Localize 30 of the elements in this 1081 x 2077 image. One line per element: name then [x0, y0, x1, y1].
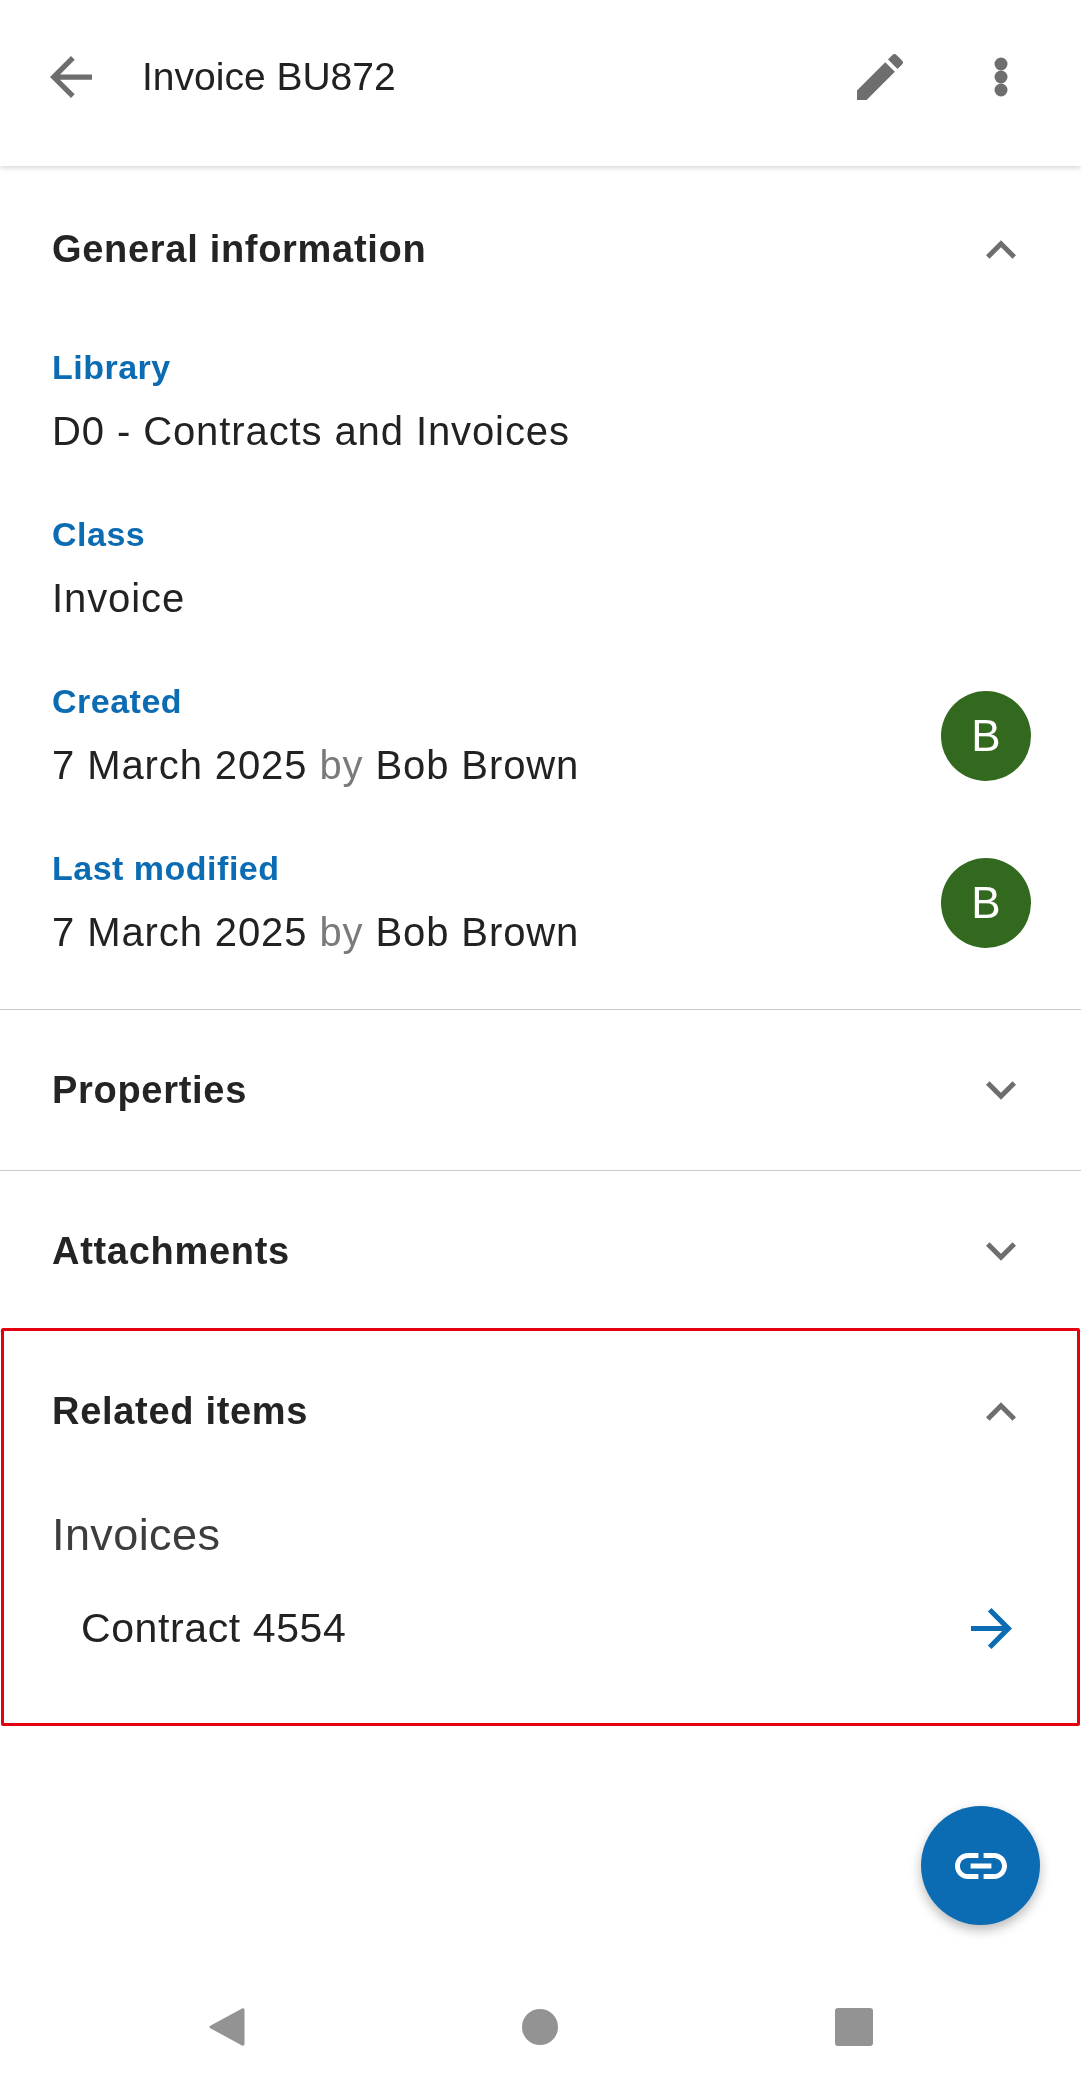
link-button[interactable] — [921, 1806, 1040, 1925]
field-label: Created — [52, 681, 184, 722]
user-avatar: B — [941, 690, 1031, 781]
field-value: Invoice — [52, 575, 186, 622]
more-icon[interactable] — [994, 57, 1008, 97]
section-header[interactable]: Related items — [4, 1331, 1077, 1491]
section-header[interactable]: Attachments — [0, 1171, 1081, 1331]
section-header[interactable]: General information — [0, 169, 1081, 329]
field-label: Class — [52, 514, 147, 555]
link-icon — [954, 1852, 1007, 1879]
chevron-down-icon[interactable] — [986, 1241, 1016, 1261]
group-title: Invoices — [51, 1508, 222, 1562]
nav-recents-icon[interactable] — [834, 2008, 873, 2046]
user-avatar: B — [941, 857, 1031, 948]
nav-home-icon[interactable] — [521, 2009, 558, 2045]
chevron-up-icon[interactable] — [986, 1401, 1016, 1421]
pencil-icon[interactable] — [857, 54, 903, 100]
field-value: D0 - Contracts and Invoices — [52, 408, 570, 455]
related-item[interactable]: Contract 4554 — [4, 1588, 1077, 1668]
field-value: 7 March 2025 by Bob Brown — [52, 742, 580, 789]
section-header[interactable]: Properties — [0, 1010, 1081, 1170]
back-arrow-icon[interactable] — [50, 56, 92, 98]
field-label: Last modified — [52, 848, 281, 889]
chevron-up-icon[interactable] — [986, 239, 1016, 259]
field-label: Library — [52, 347, 172, 388]
screen-title: Invoice BU872 — [142, 55, 397, 99]
arrow-right-icon — [971, 1607, 1012, 1649]
nav-back-icon[interactable] — [208, 2007, 245, 2047]
field-value: 7 March 2025 by Bob Brown — [52, 909, 580, 956]
chevron-down-icon[interactable] — [986, 1080, 1016, 1100]
